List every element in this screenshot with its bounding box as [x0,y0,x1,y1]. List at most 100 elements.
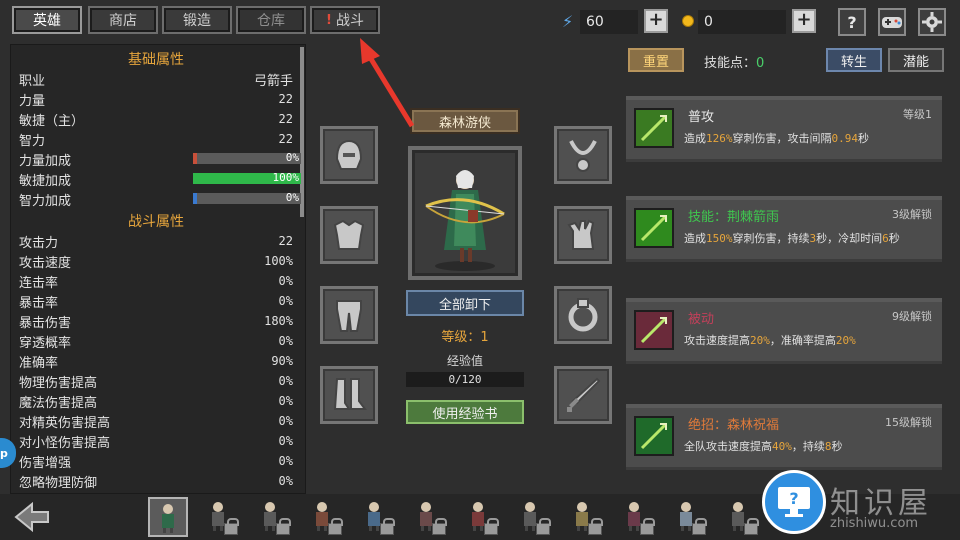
boots-slot[interactable] [320,366,378,424]
lock-icon [328,518,343,535]
forest-blessing-icon [634,416,674,456]
exp-label: 经验值 [446,354,483,368]
stat-row: 暴击伤害 180% [19,314,293,331]
lock-icon [640,518,655,535]
stat-row: 穿透概率 0% [19,334,293,351]
boots-slot-icon [333,378,367,410]
roster-hero-locked[interactable] [616,497,656,537]
stat-row: 物理伤害提高 0% [19,374,293,391]
ring-slot-icon [568,298,598,332]
lock-icon [276,518,291,535]
tab-warehouse[interactable]: 仓库 [236,6,306,34]
necklace-slot[interactable] [554,126,612,184]
add-energy-button[interactable]: + [644,9,668,33]
agility-bonus-row: 敏捷加成 100% [19,171,301,189]
stat-row: 对精英伤害提高 0% [19,414,293,431]
ring-slot[interactable] [554,286,612,344]
hero-name-banner: 森林游侠 [410,108,520,134]
skill-card[interactable]: 绝招：森林祝福 15级解锁 全队攻击速度提高40%，持续8秒 [626,404,942,470]
roster-hero-locked[interactable] [512,497,552,537]
lock-icon [484,518,499,535]
skill-description: 全队攻击速度提高40%，持续8秒 [684,440,843,453]
skill-name: 被动 [688,312,715,327]
svg-text:?: ? [789,489,798,508]
lock-icon [744,518,759,535]
tab-label: 英雄 [33,13,61,29]
alert-icon: ! [326,12,332,28]
tab-shop[interactable]: 商店 [88,6,158,34]
add-gold-button[interactable]: + [792,9,816,33]
skill-card[interactable]: 技能：荆棘箭雨 3级解锁 造成150%穿刺伤害，持续3秒，冷却时间6秒 [626,196,942,262]
tab-hero[interactable]: 英雄 [12,6,82,34]
skill-description: 攻击速度提高20%，准确率提高20% [684,334,856,347]
stat-row: 忽略物理防御 0% [19,474,293,491]
gloves-slot[interactable] [554,206,612,264]
roster-hero-locked[interactable] [720,497,760,537]
potential-button[interactable]: 潜能 [888,48,944,72]
skill-card[interactable]: 被动 9级解锁攻击速度提高20%，准确率提高20% [626,298,942,364]
skill-unlock-level: 15级解锁 [885,416,932,429]
roster-hero-locked[interactable] [200,497,240,537]
tab-battle[interactable]: ! 战斗 [310,6,380,34]
roster-hero-locked[interactable] [564,497,604,537]
stat-row: 力量 22 [19,92,293,109]
roster-hero-locked[interactable] [460,497,500,537]
use-exp-book-button[interactable]: 使用经验书 [406,400,524,424]
gamepad-button[interactable] [878,8,906,36]
stat-row: 暴击率 0% [19,294,293,311]
roster-hero-locked[interactable] [304,497,344,537]
helmet-slot[interactable] [320,126,378,184]
bow-skill-icon [634,108,674,148]
pants-slot-icon [336,300,362,332]
settings-button[interactable] [918,8,946,36]
back-arrow-icon[interactable] [12,500,52,534]
stats-panel[interactable]: 基础属性 职业 弓箭手 力量 22 敏捷（主） 22 智力 22 力量加成 0% 敏捷加… [10,44,306,494]
stat-row: 攻击力 22 [19,234,293,251]
weapon-slot[interactable] [554,366,612,424]
strength-bonus-row: 力量加成 0% [19,151,301,169]
tab-label: 战斗 [335,13,364,29]
pants-slot[interactable] [320,286,378,344]
help-monitor-icon: ? [778,487,810,517]
stat-row: 攻击速度 100% [19,254,293,271]
stat-row: 准确率 90% [19,354,293,371]
coin-icon [682,15,694,27]
roster-hero-locked[interactable] [668,497,708,537]
combat-attributes-title: 战斗属性 [128,214,184,230]
exp-bar: 0/120 [406,372,524,387]
hero-sprite-icon [162,504,174,533]
lock-icon [224,518,239,535]
stat-row: 职业 弓箭手 [19,73,293,89]
strength-bonus-bar: 0% [193,151,301,164]
roster-hero-locked[interactable] [252,497,292,537]
roster-hero-locked[interactable] [408,497,448,537]
reset-button[interactable]: 重置 [628,48,684,72]
weapon-slot-icon [567,377,601,412]
gear-icon [922,12,942,32]
roster-hero-selected[interactable] [148,497,188,537]
armor-slot[interactable] [320,206,378,264]
rebirth-button[interactable]: 转生 [826,48,882,72]
energy-counter: 60 [580,10,638,34]
gold-counter: 0 [698,10,786,34]
skill-unlock-level: 9级解锁 [892,310,932,323]
stats-scrollbar[interactable] [300,47,304,217]
unequip-all-button[interactable]: 全部卸下 [406,290,524,316]
roster-hero-locked[interactable] [356,497,396,537]
agility-bonus-bar: 100% [193,171,301,184]
gamepad-icon [882,17,902,28]
skill-name: 技能：荆棘箭雨 [688,210,780,225]
watermark-logo: ? [762,470,826,534]
hero-level: 等级：1 [441,330,489,345]
help-button[interactable]: ? [838,8,866,36]
skill-points: 技能点：0 [704,56,765,71]
gloves-slot-icon [567,219,595,250]
skill-description: 造成150%穿刺伤害，持续3秒，冷却时间6秒 [684,232,900,245]
skills-header: 重置 技能点：0 转生 潜能 [620,44,950,76]
tab-label: 商店 [109,13,137,29]
hero-portrait [408,146,522,280]
help-icon: ? [847,12,857,32]
tab-forge[interactable]: 锻造 [162,6,232,34]
skill-card[interactable]: 普攻 等级1 造成126%穿刺伤害，攻击间隔0.94秒 [626,96,942,162]
lock-icon [380,518,395,535]
